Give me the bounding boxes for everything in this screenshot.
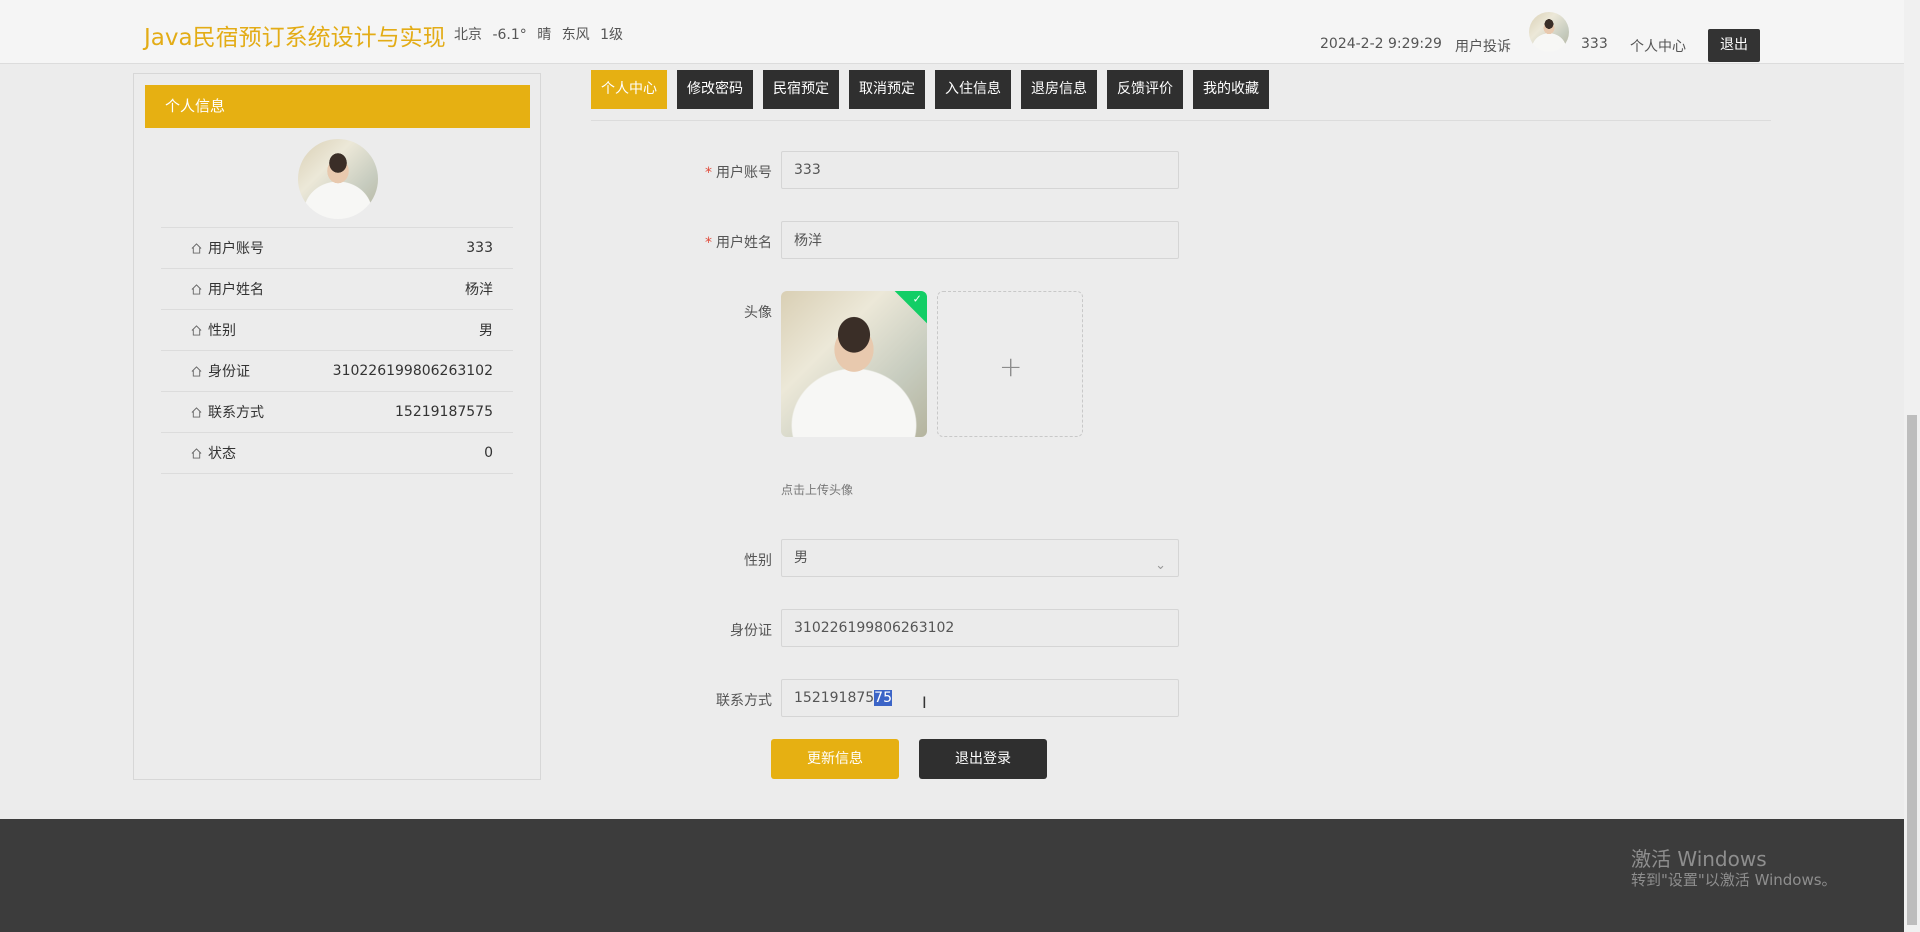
idcard-label: 身份证 [730, 623, 772, 639]
avatar-label: 头像 [744, 305, 772, 321]
weather-level: 1级 [600, 27, 624, 43]
info-row-status: 状态 0 [161, 433, 513, 474]
tab-checkin-info[interactable]: 入住信息 [935, 70, 1011, 109]
gender-label: 性别 [744, 553, 772, 569]
success-badge: ✓ [894, 291, 927, 324]
avatar-upload-button[interactable]: + [937, 291, 1083, 437]
phone-input[interactable]: 15219187575 [781, 679, 1179, 717]
tab-favorites[interactable]: 我的收藏 [1193, 70, 1269, 109]
info-value: 310226199806263102 [332, 363, 493, 379]
phone-label: 联系方式 [716, 693, 772, 709]
info-row-idcard: 身份证 310226199806263102 [161, 351, 513, 392]
home-icon [191, 406, 202, 418]
gender-value: 男 [794, 550, 808, 566]
info-row-phone: 联系方式 15219187575 [161, 392, 513, 433]
top-bar: Java民宿预订系统设计与实现 北京 -6.1° 晴 东风 1级 2024-2-… [0, 0, 1904, 64]
tab-divider [591, 120, 1771, 121]
info-row-name: 用户姓名 杨洋 [161, 269, 513, 310]
profile-center-link[interactable]: 个人中心 [1630, 36, 1686, 56]
footer [0, 819, 1904, 932]
tab-change-password[interactable]: 修改密码 [677, 70, 753, 109]
info-value: 333 [466, 240, 493, 256]
phone-text: 152191875 [794, 690, 875, 706]
info-label: 用户账号 [208, 241, 264, 257]
weather-condition: 晴 [537, 27, 552, 43]
panel-header: 个人信息 [145, 85, 530, 128]
complaint-link[interactable]: 用户投诉 [1455, 36, 1511, 56]
info-label: 联系方式 [208, 405, 264, 421]
site-title[interactable]: Java民宿预订系统设计与实现 [144, 18, 446, 52]
uploaded-avatar[interactable]: ✓ [781, 291, 927, 437]
tab-cancel-booking[interactable]: 取消预定 [849, 70, 925, 109]
info-row-account: 用户账号 333 [161, 227, 513, 269]
weather-widget: 北京 -6.1° 晴 东风 1级 [454, 24, 629, 44]
tab-checkout-info[interactable]: 退房信息 [1021, 70, 1097, 109]
info-label: 性别 [208, 323, 236, 339]
info-value: 15219187575 [395, 404, 493, 420]
home-icon [191, 324, 202, 336]
info-label: 身份证 [208, 364, 250, 380]
plus-icon: + [999, 350, 1023, 383]
name-label: * 用户姓名 [705, 235, 772, 251]
profile-avatar [298, 139, 378, 219]
info-value: 杨洋 [465, 282, 493, 298]
home-icon [191, 242, 202, 254]
personal-info-panel: 个人信息 用户账号 333 用户姓名 杨洋 性别 男 身份证 310226199… [133, 73, 541, 780]
home-icon [191, 283, 202, 295]
logout-button-top[interactable]: 退出 [1708, 29, 1760, 62]
name-input[interactable] [781, 221, 1179, 259]
logout-button[interactable]: 退出登录 [919, 739, 1047, 779]
selected-text: 75 [874, 690, 892, 706]
chevron-down-icon: ⌄ [1155, 558, 1166, 573]
account-label: * 用户账号 [705, 165, 772, 181]
tab-booking[interactable]: 民宿预定 [763, 70, 839, 109]
home-icon [191, 447, 202, 459]
weather-temp: -6.1° [492, 27, 527, 43]
info-label: 状态 [208, 446, 236, 462]
info-list: 用户账号 333 用户姓名 杨洋 性别 男 身份证 31022619980626… [161, 227, 513, 474]
tab-bar: 个人中心 修改密码 民宿预定 取消预定 入住信息 退房信息 反馈评价 我的收藏 [591, 70, 1279, 109]
check-icon: ✓ [912, 292, 922, 306]
weather-city: 北京 [454, 27, 482, 43]
account-input[interactable] [781, 151, 1179, 189]
username: 333 [1581, 36, 1608, 52]
update-info-button[interactable]: 更新信息 [771, 739, 899, 779]
windows-watermark-text: 转到"设置"以激活 Windows。 [1631, 871, 1837, 889]
upload-hint: 点击上传头像 [781, 483, 854, 497]
text-cursor-icon: I [922, 693, 927, 712]
scrollbar-thumb[interactable] [1907, 415, 1917, 925]
tab-profile-center[interactable]: 个人中心 [591, 70, 667, 109]
windows-watermark-title: 激活 Windows [1631, 847, 1767, 871]
info-label: 用户姓名 [208, 282, 264, 298]
info-value: 男 [479, 323, 493, 339]
idcard-input[interactable] [781, 609, 1179, 647]
gender-select[interactable]: 男 ⌄ [781, 539, 1179, 577]
weather-wind: 东风 [561, 27, 590, 43]
info-row-gender: 性别 男 [161, 310, 513, 351]
tab-feedback[interactable]: 反馈评价 [1107, 70, 1183, 109]
info-value: 0 [484, 445, 493, 461]
user-avatar[interactable] [1529, 12, 1569, 52]
home-icon [191, 365, 202, 377]
current-datetime: 2024-2-2 9:29:29 [1320, 36, 1442, 52]
